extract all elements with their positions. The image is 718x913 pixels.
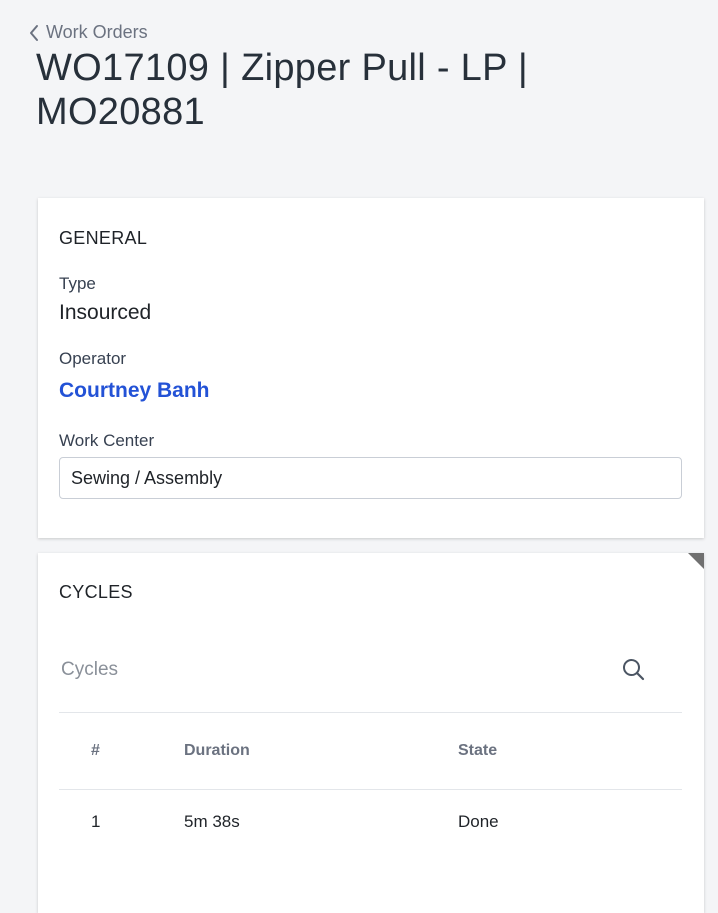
cycles-section-title: CYCLES	[59, 582, 133, 602]
cycles-search-input[interactable]	[61, 655, 601, 685]
cell-state: Done	[458, 812, 499, 831]
operator-link[interactable]: Courtney Banh	[59, 379, 210, 403]
cell-number: 1	[91, 812, 101, 831]
column-header-duration[interactable]: Duration	[184, 742, 250, 760]
column-header-number[interactable]: #	[91, 742, 100, 760]
work-center-field[interactable]: Sewing / Assembly	[59, 457, 682, 499]
cycles-search-bar	[59, 649, 682, 713]
cycles-card: CYCLES # Duration State 1 5m 38s Done	[38, 553, 704, 913]
chevron-left-icon	[28, 24, 40, 42]
breadcrumb-back-link[interactable]: Work Orders	[28, 22, 148, 43]
operator-label: Operator	[59, 349, 127, 368]
type-value: Insourced	[59, 301, 152, 324]
page-title: WO17109 | Zipper Pull - LP | MO20881	[36, 47, 529, 133]
cycles-table-header: # Duration State	[59, 713, 682, 790]
general-section-title: GENERAL	[59, 228, 148, 248]
type-label: Type	[59, 274, 96, 293]
general-card: GENERAL Type Insourced Operator Courtney…	[38, 198, 704, 538]
work-center-label: Work Center	[59, 431, 155, 450]
table-row[interactable]: 1 5m 38s Done	[59, 790, 682, 856]
breadcrumb-label: Work Orders	[46, 22, 148, 42]
search-icon[interactable]	[621, 657, 647, 688]
work-center-value: Sewing / Assembly	[71, 467, 223, 488]
column-header-state[interactable]: State	[458, 742, 497, 760]
corner-fold-icon	[688, 553, 704, 569]
cell-duration: 5m 38s	[184, 812, 240, 831]
